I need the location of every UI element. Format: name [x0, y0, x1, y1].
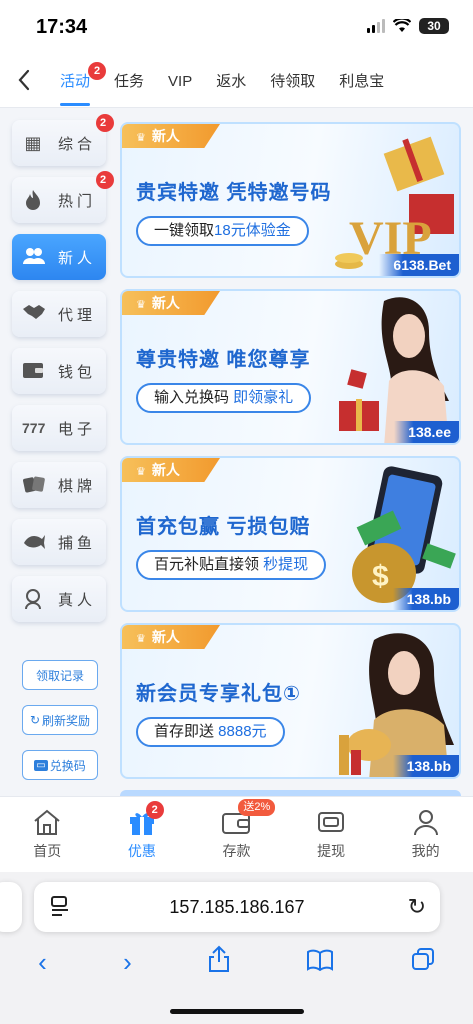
bottom-tab-bar: 首页 优惠 2 存款 送2% 提现 我的: [0, 796, 473, 872]
banner-domain: 138.bb: [392, 755, 459, 777]
crown-icon: ♛: [136, 633, 146, 645]
flame-icon: [22, 189, 44, 211]
promotions-badge: 2: [145, 801, 164, 819]
url-text: 157.185.186.167: [169, 896, 305, 917]
share-icon[interactable]: [208, 945, 230, 980]
new-users-icon: [22, 246, 45, 268]
reload-icon[interactable]: ↻: [408, 894, 426, 920]
banner-tag: ♛ 新人: [122, 625, 220, 649]
reader-icon[interactable]: [50, 895, 70, 922]
banner-offer-pill: 首存即送 8888元: [136, 717, 285, 747]
banner-offer-pill: 输入兑换码 即领豪礼: [136, 383, 312, 413]
bottom-tab-promotions[interactable]: 优惠 2: [95, 797, 190, 872]
handshake-icon: [22, 303, 45, 325]
crown-icon: ♛: [136, 132, 146, 144]
sidebar-badge: 2: [96, 171, 114, 189]
promo-banner[interactable]: ♛ 新人 尊贵特邀 唯您尊享 输入兑换码 即领豪礼 138.ee: [120, 289, 461, 445]
browser-nav: ‹ ›: [0, 942, 473, 982]
home-icon: [32, 807, 62, 837]
address-bar[interactable]: 157.185.186.167 ↻: [34, 882, 440, 932]
sidebar-item-slots[interactable]: 777 电子: [12, 405, 106, 451]
grid-icon: ▦: [24, 133, 42, 153]
sidebar-item-hot[interactable]: 热门 2: [12, 171, 114, 223]
sidebar-item-wallet[interactable]: 钱包: [12, 348, 106, 394]
home-indicator: [170, 1009, 304, 1014]
banner-title: 新会员专享礼包①: [136, 683, 301, 705]
banner-title: 贵宾特邀 凭特邀号码: [136, 182, 332, 204]
redeem-code-button[interactable]: ▭ 兑换码: [22, 750, 98, 780]
deposit-bonus-badge: 送2%: [238, 799, 276, 816]
bottom-tab-profile[interactable]: 我的: [378, 797, 473, 872]
previous-tab-edge[interactable]: [0, 882, 22, 932]
category-tabs: 活动 2 任务 VIP 返水 待领取 利息宝: [48, 56, 473, 108]
cards-icon: [22, 474, 45, 496]
bottom-tab-home[interactable]: 首页: [0, 797, 95, 872]
chevron-left-icon: [18, 69, 30, 91]
slot-777-icon: 777: [22, 420, 46, 436]
ticket-icon: ▭: [34, 759, 48, 771]
status-time: 17:34: [36, 16, 88, 38]
tab-vip[interactable]: VIP: [156, 56, 204, 108]
svg-text:$: $: [372, 560, 389, 593]
tab-pending[interactable]: 待领取: [258, 56, 327, 108]
refresh-rewards-button[interactable]: ↻ 刷新奖励: [22, 705, 98, 735]
banner-domain: 138.ee: [394, 421, 459, 443]
bottom-tab-withdraw[interactable]: 提现: [284, 797, 379, 872]
live-dealer-icon: [22, 588, 44, 610]
withdraw-icon: [316, 807, 346, 837]
tabs-icon[interactable]: [411, 947, 435, 978]
browser-toolbar: 157.185.186.167 ↻ ‹ ›: [0, 872, 473, 1024]
sidebar-item-newcomer[interactable]: 新人: [12, 234, 106, 280]
bookmarks-icon[interactable]: [306, 947, 334, 978]
banner-title: 首充包赢 亏损包赔: [136, 516, 311, 538]
wallet-icon: [22, 360, 44, 382]
crown-icon: ♛: [136, 466, 146, 478]
promo-banner[interactable]: ♛ 新人 $ 首充包赢 亏损包赔 百元补贴直接领 秒提现 138.bb: [120, 456, 461, 612]
browser-back-icon[interactable]: ‹: [38, 947, 47, 978]
tab-rebate[interactable]: 返水: [204, 56, 258, 108]
sidebar-actions: 领取记录 ↻ 刷新奖励 ▭ 兑换码: [22, 660, 98, 795]
sidebar-item-general[interactable]: ▦ 综合 2: [12, 114, 114, 166]
banner-tag: ♛ 新人: [122, 124, 220, 148]
sidebar-item-live[interactable]: 真人: [12, 576, 106, 622]
banner-title: 尊贵特邀 唯您尊享: [136, 349, 311, 371]
claim-history-button[interactable]: 领取记录: [22, 660, 98, 690]
sidebar-item-fishing[interactable]: 捕鱼: [12, 519, 106, 565]
promo-banner[interactable]: ♛ 新人 新会员专享礼包① 首存即送 8888元 138.bb: [120, 623, 461, 779]
banner-offer-pill: 一键领取18元体验金: [136, 216, 309, 246]
back-button[interactable]: [12, 68, 36, 99]
fish-icon: [22, 531, 45, 553]
sidebar-item-agent[interactable]: 代理: [12, 291, 106, 337]
crown-icon: ♛: [136, 299, 146, 311]
promo-banner-list: ♛ 新人 VIP 贵宾特邀 凭特邀号码 一键领取18元体验金 6138.Bet ♛…: [120, 122, 461, 790]
sidebar: ▦ 综合 2 热门 2 新人 代理 钱包 777 电子 棋牌 捕鱼 真人: [12, 114, 114, 633]
promo-banner[interactable]: ♛ 新人 VIP 贵宾特邀 凭特邀号码 一键领取18元体验金 6138.Bet: [120, 122, 461, 278]
tab-activities[interactable]: 活动 2: [48, 56, 107, 108]
profile-icon: [411, 807, 441, 837]
sidebar-item-cards[interactable]: 棋牌: [12, 462, 106, 508]
tab-tasks[interactable]: 任务: [102, 56, 156, 108]
wifi-icon: [393, 19, 411, 32]
signal-icon: [367, 19, 385, 33]
banner-tag: ♛ 新人: [122, 291, 220, 315]
banner-offer-pill: 百元补贴直接领 秒提现: [136, 550, 327, 580]
tab-interest[interactable]: 利息宝: [327, 56, 396, 108]
banner-tag: ♛ 新人: [122, 458, 220, 482]
sidebar-badge: 2: [96, 114, 114, 132]
status-bar: 17:34 30: [0, 0, 473, 56]
battery-icon: 30: [419, 18, 449, 34]
refresh-icon: ↻: [29, 713, 41, 727]
top-nav: 活动 2 任务 VIP 返水 待领取 利息宝: [0, 56, 473, 108]
bottom-tab-deposit[interactable]: 存款 送2%: [189, 797, 284, 872]
status-icons: 30: [367, 18, 449, 34]
banner-domain: 6138.Bet: [379, 254, 459, 276]
banner-domain: 138.bb: [392, 588, 459, 610]
browser-forward-icon[interactable]: ›: [123, 947, 132, 978]
